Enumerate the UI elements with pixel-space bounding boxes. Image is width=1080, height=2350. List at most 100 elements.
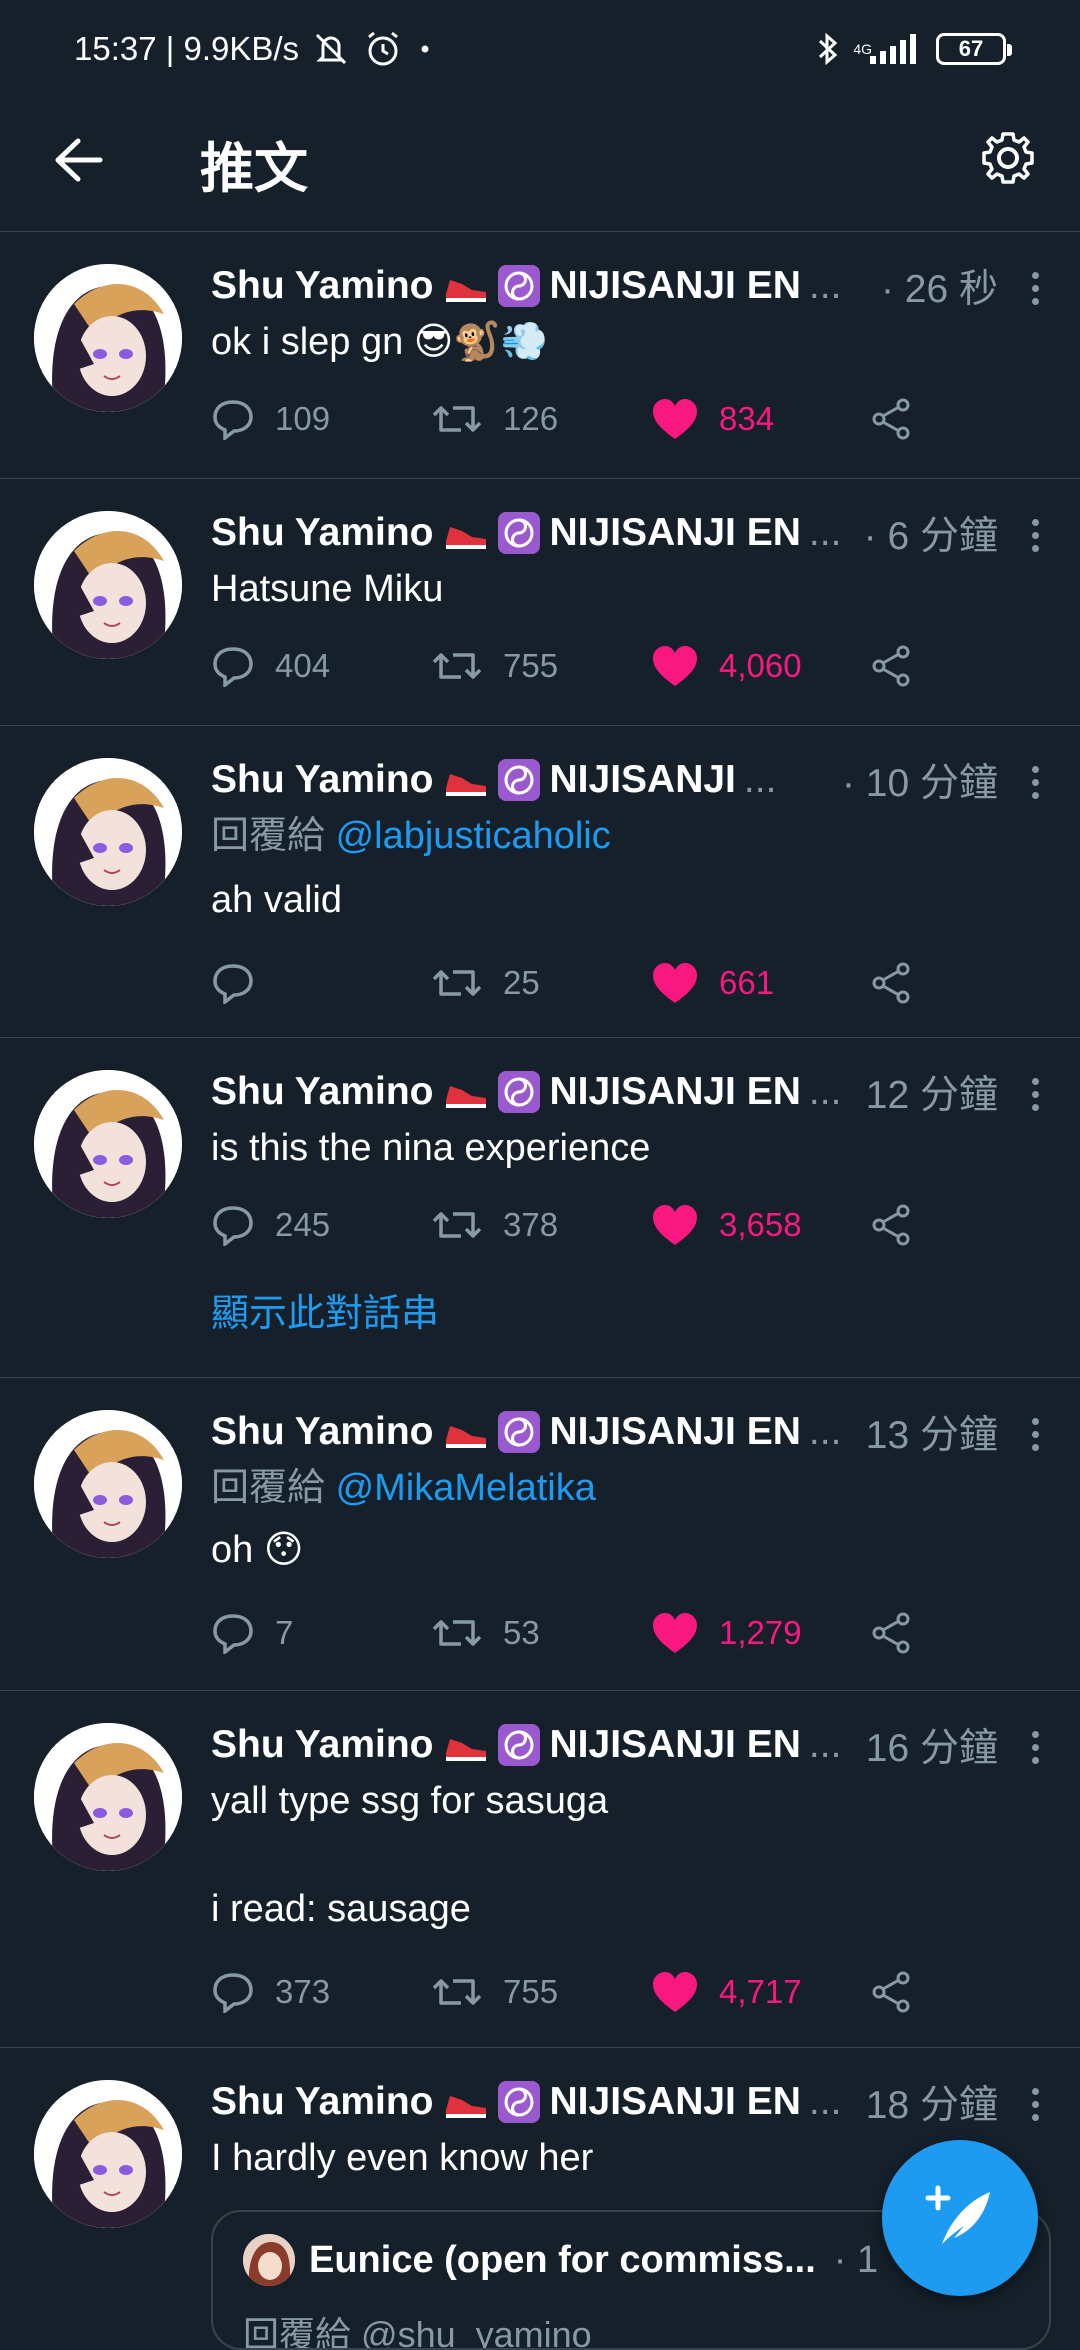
like-button[interactable]: 834 xyxy=(651,397,869,441)
reply-button[interactable] xyxy=(211,962,431,1004)
like-button[interactable]: 661 xyxy=(651,961,869,1005)
avatar[interactable] xyxy=(34,1070,182,1218)
like-button[interactable]: 3,658 xyxy=(651,1203,869,1247)
more-options-button[interactable] xyxy=(1020,2084,1050,2124)
name-ellipsis: ... xyxy=(808,264,842,307)
retweet-icon xyxy=(432,970,482,996)
yin-yang-icon xyxy=(497,2081,540,2123)
quoted-avatar xyxy=(243,2234,295,2286)
share-button[interactable] xyxy=(869,1203,913,1247)
more-options-button[interactable] xyxy=(1020,268,1050,308)
reply-button[interactable]: 245 xyxy=(211,1204,431,1246)
show-thread-link[interactable]: 顯示此對話串 xyxy=(211,1282,1050,1337)
like-count: 834 xyxy=(719,400,775,437)
reply-prefix: 回覆給 xyxy=(211,815,326,857)
reply-icon xyxy=(213,1973,253,2013)
author-name: Shu Yamino xyxy=(211,264,434,307)
quoted-reply-mention[interactable]: @shu_yamino xyxy=(361,2314,592,2348)
quoted-tweet-time: · 1 xyxy=(833,2238,879,2281)
avatar[interactable] xyxy=(34,264,182,412)
quoted-reply-to-line: 回覆給 @shu_yamino xyxy=(243,2306,1019,2348)
avatar[interactable] xyxy=(34,511,182,659)
avatar[interactable] xyxy=(34,758,182,906)
avatar[interactable] xyxy=(34,1723,182,1871)
heart-icon xyxy=(653,646,697,686)
settings-button[interactable] xyxy=(972,122,1044,194)
avatar-image xyxy=(34,1723,182,1871)
tweet[interactable]: Shu Yamino NIJISANJI EN ... 13 分鐘 回覆給 @M… xyxy=(0,1378,1080,1691)
tweet[interactable]: Shu Yamino NIJISANJI EN ... · 6 分鐘 Hatsu… xyxy=(0,479,1080,726)
retweet-icon xyxy=(432,406,482,432)
avatar-image xyxy=(34,758,182,906)
retweet-button[interactable]: 126 xyxy=(431,398,651,440)
avatar[interactable] xyxy=(34,1410,182,1558)
back-button[interactable] xyxy=(46,128,110,192)
retweet-button[interactable]: 378 xyxy=(431,1204,651,1246)
retweet-button[interactable]: 25 xyxy=(431,962,651,1004)
reply-mention-link[interactable]: @labjusticaholic xyxy=(336,815,611,857)
share-button[interactable] xyxy=(869,644,913,688)
retweet-count: 755 xyxy=(503,647,559,684)
tweet-text-line: i read: sausage xyxy=(211,1888,471,1930)
share-icon xyxy=(872,1204,910,1246)
tweet[interactable]: Shu Yamino NIJISANJI EN ... 12 分鐘 is thi… xyxy=(0,1038,1080,1378)
retweet-count: 378 xyxy=(503,1206,559,1243)
heart-icon xyxy=(653,1972,697,2012)
reply-count: 245 xyxy=(275,1206,331,1243)
like-button[interactable]: 1,279 xyxy=(651,1611,869,1655)
quoted-author-name: Eunice (open for commiss... xyxy=(309,2238,816,2281)
reply-button[interactable]: 373 xyxy=(211,1971,431,2013)
retweet-button[interactable]: 53 xyxy=(431,1612,651,1654)
retweet-icon xyxy=(432,1979,482,2005)
tweet-header: Shu Yamino NIJISANJI ... · 10 分鐘 xyxy=(211,752,998,808)
signal-icon: 4G xyxy=(853,32,924,66)
share-button[interactable] xyxy=(869,1970,913,2014)
sneaker-icon xyxy=(442,1072,490,1112)
like-button[interactable]: 4,060 xyxy=(651,644,869,688)
more-options-button[interactable] xyxy=(1020,1414,1050,1454)
author-affiliation: NIJISANJI EN xyxy=(549,264,801,307)
retweet-button[interactable]: 755 xyxy=(431,645,651,687)
tweet-time: 12 分鐘 xyxy=(865,1074,998,1117)
reply-to-line: 回覆給 @labjusticaholic xyxy=(211,808,1050,864)
more-options-button[interactable] xyxy=(1020,762,1050,802)
avatar[interactable] xyxy=(34,2080,182,2228)
like-button[interactable]: 4,717 xyxy=(651,1970,869,2014)
tweet-header: Shu Yamino NIJISANJI EN ... · 26 秒 xyxy=(211,258,998,314)
reply-mention-link[interactable]: @MikaMelatika xyxy=(336,1467,596,1509)
author-affiliation: NIJISANJI EN xyxy=(549,2080,801,2123)
sneaker-icon xyxy=(442,1725,490,1765)
tweet-text: ok i slep gn 😎🐒💨 xyxy=(211,321,549,363)
tweet[interactable]: Shu Yamino NIJISANJI EN ... · 26 秒 ok i … xyxy=(0,232,1080,479)
tweet[interactable]: Shu Yamino NIJISANJI EN ... 16 分鐘 yall t… xyxy=(0,1691,1080,2048)
more-options-button[interactable] xyxy=(1020,1727,1050,1767)
reply-button[interactable]: 109 xyxy=(211,398,431,440)
like-count: 4,060 xyxy=(719,647,802,684)
reply-button[interactable]: 404 xyxy=(211,645,431,687)
name-ellipsis: ... xyxy=(808,511,842,554)
avatar-image xyxy=(34,1070,182,1218)
share-button[interactable] xyxy=(869,397,913,441)
tweet-header: Shu Yamino NIJISANJI EN ... 12 分鐘 xyxy=(211,1064,998,1120)
author-name: Shu Yamino xyxy=(211,758,434,801)
name-ellipsis: ... xyxy=(743,758,777,801)
tweet[interactable]: Shu Yamino NIJISANJI ... · 10 分鐘 回覆給 @la… xyxy=(0,726,1080,1038)
retweet-button[interactable]: 755 xyxy=(431,1971,651,2013)
reply-icon xyxy=(213,964,253,1004)
gear-icon xyxy=(982,132,1034,184)
share-button[interactable] xyxy=(869,1611,913,1655)
tweet-actions: 25 661 xyxy=(211,948,1050,1018)
tweet-time: 16 分鐘 xyxy=(865,1727,998,1770)
share-icon xyxy=(872,1612,910,1654)
tweet-text: is this the nina experience xyxy=(211,1127,651,1169)
like-count: 4,717 xyxy=(719,1973,802,2010)
heart-icon xyxy=(653,399,697,439)
tweet-time: · 10 分鐘 xyxy=(841,762,998,805)
notification-dot-icon xyxy=(415,39,435,59)
share-button[interactable] xyxy=(869,961,913,1005)
retweet-icon xyxy=(432,1620,482,1646)
reply-button[interactable]: 7 xyxy=(211,1612,431,1654)
compose-tweet-button[interactable] xyxy=(882,2140,1038,2296)
more-options-button[interactable] xyxy=(1020,515,1050,555)
more-options-button[interactable] xyxy=(1020,1074,1050,1114)
